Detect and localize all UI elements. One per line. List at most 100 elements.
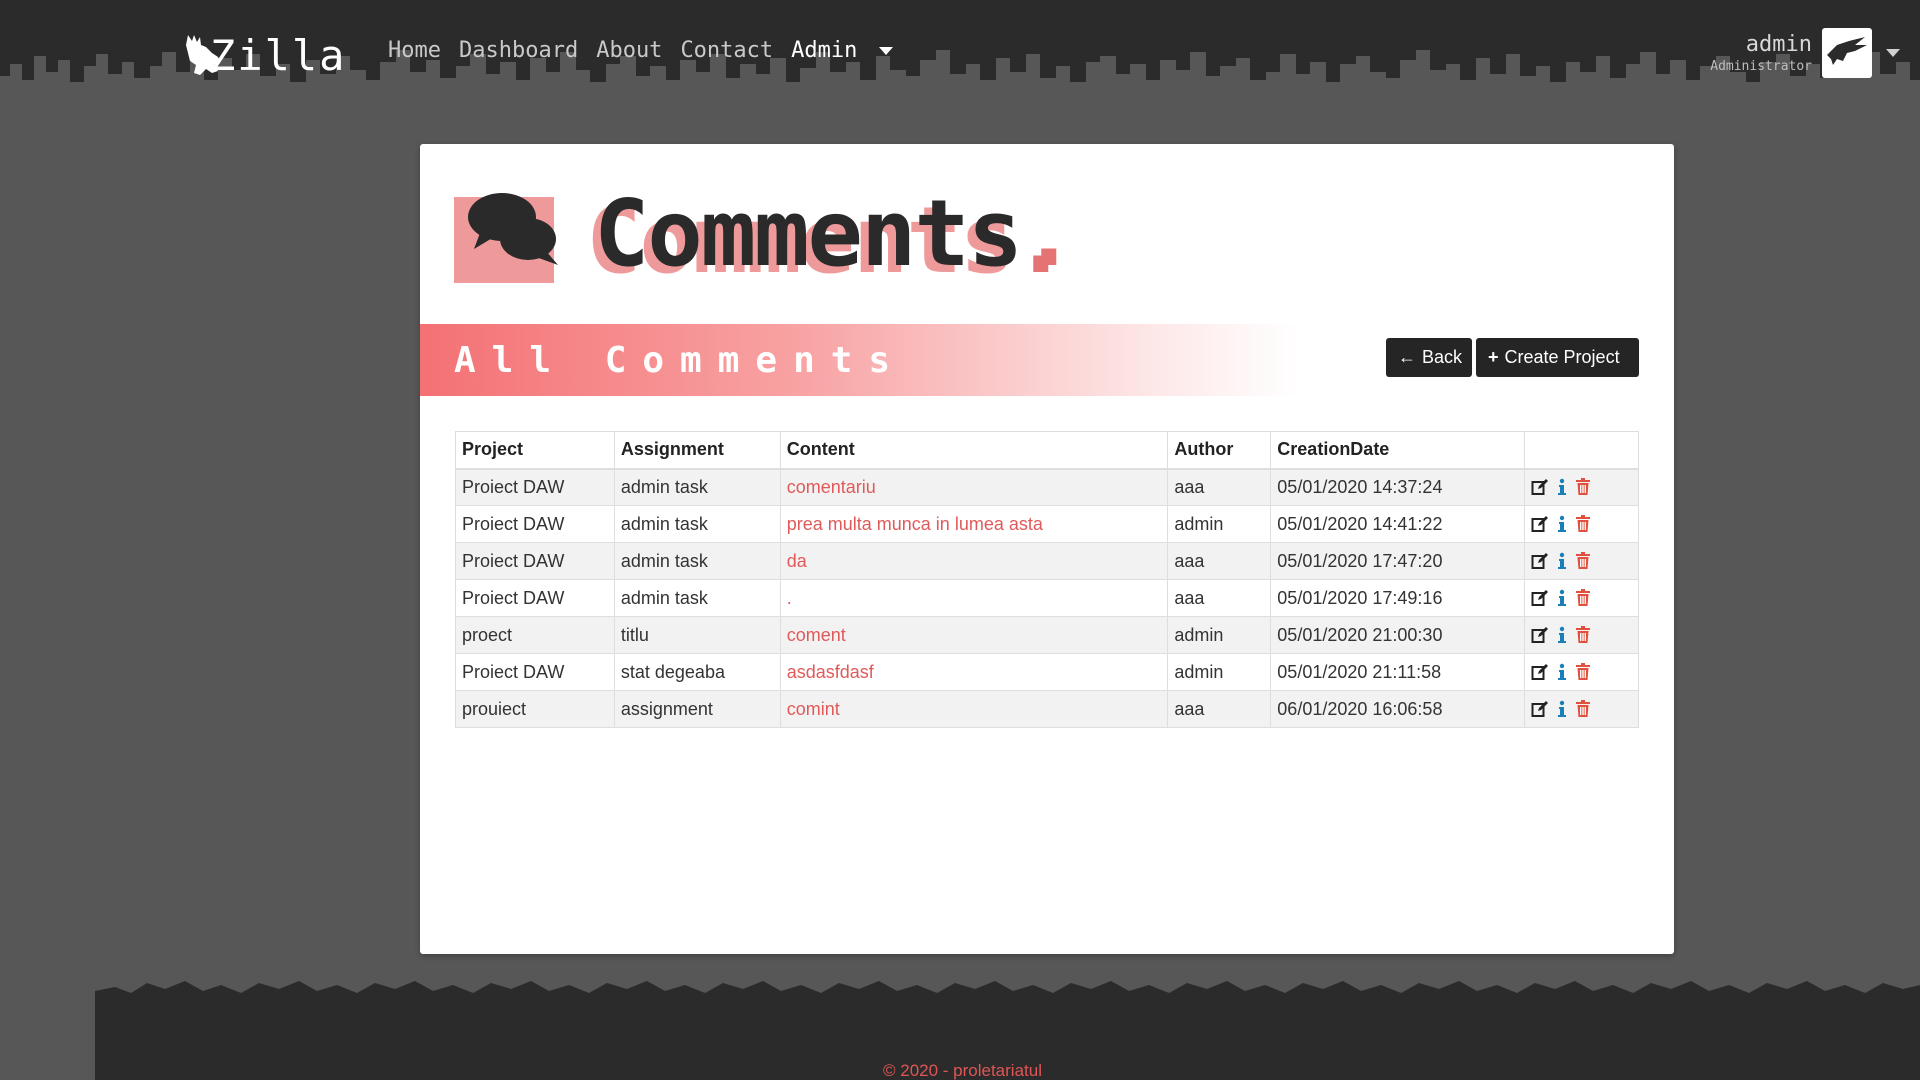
edit-icon[interactable]: [1531, 552, 1549, 570]
trash-icon[interactable]: [1575, 663, 1591, 681]
main-nav: Home Dashboard About Contact Admin: [388, 38, 894, 63]
edit-icon[interactable]: [1531, 700, 1549, 718]
cell-project: proect: [455, 616, 615, 654]
section-header: All Comments ← Back + Create Project: [420, 324, 1674, 396]
user-info: admin Administrator: [1710, 32, 1812, 74]
comments-table-wrapper: Project Assignment Content Author Creati…: [455, 431, 1639, 728]
rubble-decoration: [95, 981, 1920, 1013]
back-button-label: Back: [1422, 347, 1463, 367]
user-role: Administrator: [1710, 59, 1812, 74]
cell-author: aaa: [1167, 690, 1272, 728]
brand-text: Zilla: [210, 30, 347, 80]
row-actions: [1531, 552, 1632, 570]
info-icon[interactable]: [1557, 589, 1567, 607]
info-icon[interactable]: [1557, 515, 1567, 533]
cell-actions: [1524, 616, 1639, 654]
info-icon[interactable]: [1557, 663, 1567, 681]
row-actions: [1531, 663, 1632, 681]
section-title: All Comments: [454, 340, 907, 381]
cell-assignment: assignment: [613, 690, 781, 728]
cell-author: admin: [1167, 505, 1272, 543]
info-icon[interactable]: [1557, 700, 1567, 718]
cell-content[interactable]: asdasfdasf: [779, 653, 1169, 691]
cell-content[interactable]: prea multa munca in lumea asta: [779, 505, 1169, 543]
page-title: Comments. Comments.: [586, 180, 1077, 294]
table-row: Proiect DAW stat degeaba asdasfdasf admin 05…: [455, 653, 1639, 691]
comments-icon: [454, 189, 558, 283]
cell-content[interactable]: .: [779, 579, 1169, 617]
table-header-row: Project Assignment Content Author Creati…: [455, 431, 1639, 469]
cell-assignment: admin task: [613, 505, 781, 543]
arrow-left-icon: ←: [1398, 347, 1416, 367]
main-card: Comments. Comments. All Comments ← Back …: [420, 144, 1674, 954]
nav-link-contact[interactable]: Contact: [680, 38, 773, 63]
column-header-author: Author: [1167, 431, 1272, 469]
plus-icon: +: [1488, 347, 1499, 367]
info-icon[interactable]: [1557, 478, 1567, 496]
cell-assignment: titlu: [613, 616, 781, 654]
info-icon[interactable]: [1557, 626, 1567, 644]
cell-content[interactable]: comentariu: [779, 468, 1169, 506]
cell-creation-date: 05/01/2020 21:00:30: [1270, 616, 1526, 654]
brand-logo[interactable]: Zilla: [184, 30, 346, 80]
avatar-godzilla-icon: [1827, 37, 1867, 65]
cell-content[interactable]: comint: [779, 690, 1169, 728]
table-row: Proiect DAW admin task comentariu aaa 05/01/…: [455, 468, 1639, 506]
column-header-assignment: Assignment: [613, 431, 781, 469]
nav-link-admin[interactable]: Admin: [791, 38, 857, 63]
nav-link-about[interactable]: About: [596, 38, 662, 63]
trash-icon[interactable]: [1575, 478, 1591, 496]
user-dropdown-caret-icon[interactable]: [1886, 49, 1900, 57]
cell-author: aaa: [1167, 542, 1272, 580]
comments-table: Project Assignment Content Author Creati…: [455, 431, 1639, 728]
avatar[interactable]: [1822, 28, 1872, 78]
edit-icon[interactable]: [1531, 589, 1549, 607]
trash-icon[interactable]: [1575, 515, 1591, 533]
cell-author: aaa: [1167, 579, 1272, 617]
cell-author: admin: [1167, 616, 1272, 654]
cell-creation-date: 06/01/2020 16:06:58: [1270, 690, 1526, 728]
edit-icon[interactable]: [1531, 663, 1549, 681]
navbar: Zilla Home Dashboard About Contact Admin…: [0, 0, 1920, 106]
edit-icon[interactable]: [1531, 515, 1549, 533]
trash-icon[interactable]: [1575, 589, 1591, 607]
create-project-button-label: Create Project: [1504, 347, 1620, 367]
row-actions: [1531, 626, 1632, 644]
edit-icon[interactable]: [1531, 478, 1549, 496]
nav-link-home[interactable]: Home: [388, 38, 441, 63]
cell-actions: [1524, 579, 1639, 617]
admin-dropdown-caret-icon[interactable]: [879, 46, 894, 55]
page-header: Comments. Comments.: [454, 180, 1077, 294]
trash-icon[interactable]: [1575, 626, 1591, 644]
table-row: Proiect DAW admin task. aaa 05/01/2020 17:4…: [455, 579, 1639, 617]
row-actions: [1531, 478, 1632, 496]
cell-content[interactable]: coment: [779, 616, 1169, 654]
info-icon[interactable]: [1557, 552, 1567, 570]
cell-actions: [1524, 653, 1639, 691]
column-header-project: Project: [455, 431, 615, 469]
cell-actions: [1524, 468, 1639, 506]
cell-assignment: admin task: [613, 542, 781, 580]
cell-author: aaa: [1167, 468, 1272, 506]
edit-icon[interactable]: [1531, 626, 1549, 644]
cell-creation-date: 05/01/2020 17:49:16: [1270, 579, 1526, 617]
cell-actions: [1524, 505, 1639, 543]
user-menu[interactable]: admin Administrator: [1710, 28, 1900, 78]
cell-project: Proiect DAW: [455, 653, 615, 691]
cell-assignment: admin task: [613, 579, 781, 617]
table-row: prouiect assignment comint aaa 06/01/2020 16…: [455, 690, 1639, 728]
cell-assignment: admin task: [613, 468, 781, 506]
back-button[interactable]: ← Back: [1386, 338, 1472, 377]
cell-project: Proiect DAW: [455, 505, 615, 543]
trash-icon[interactable]: [1575, 700, 1591, 718]
table-row: Proiect DAW admin task prea multa munca in…: [455, 505, 1639, 543]
nav-link-dashboard[interactable]: Dashboard: [459, 38, 578, 63]
cell-content[interactable]: da: [779, 542, 1169, 580]
table-row: Proiect DAW admin task da aaa 05/01/2020 17:…: [455, 542, 1639, 580]
footer: © 2020 - proletariatul: [95, 981, 1920, 1080]
cell-creation-date: 05/01/2020 14:37:24: [1270, 468, 1526, 506]
footer-copyright[interactable]: © 2020 - proletariatul: [95, 1061, 1830, 1080]
cell-creation-date: 05/01/2020 17:47:20: [1270, 542, 1526, 580]
trash-icon[interactable]: [1575, 552, 1591, 570]
create-project-button[interactable]: + Create Project: [1476, 338, 1639, 377]
